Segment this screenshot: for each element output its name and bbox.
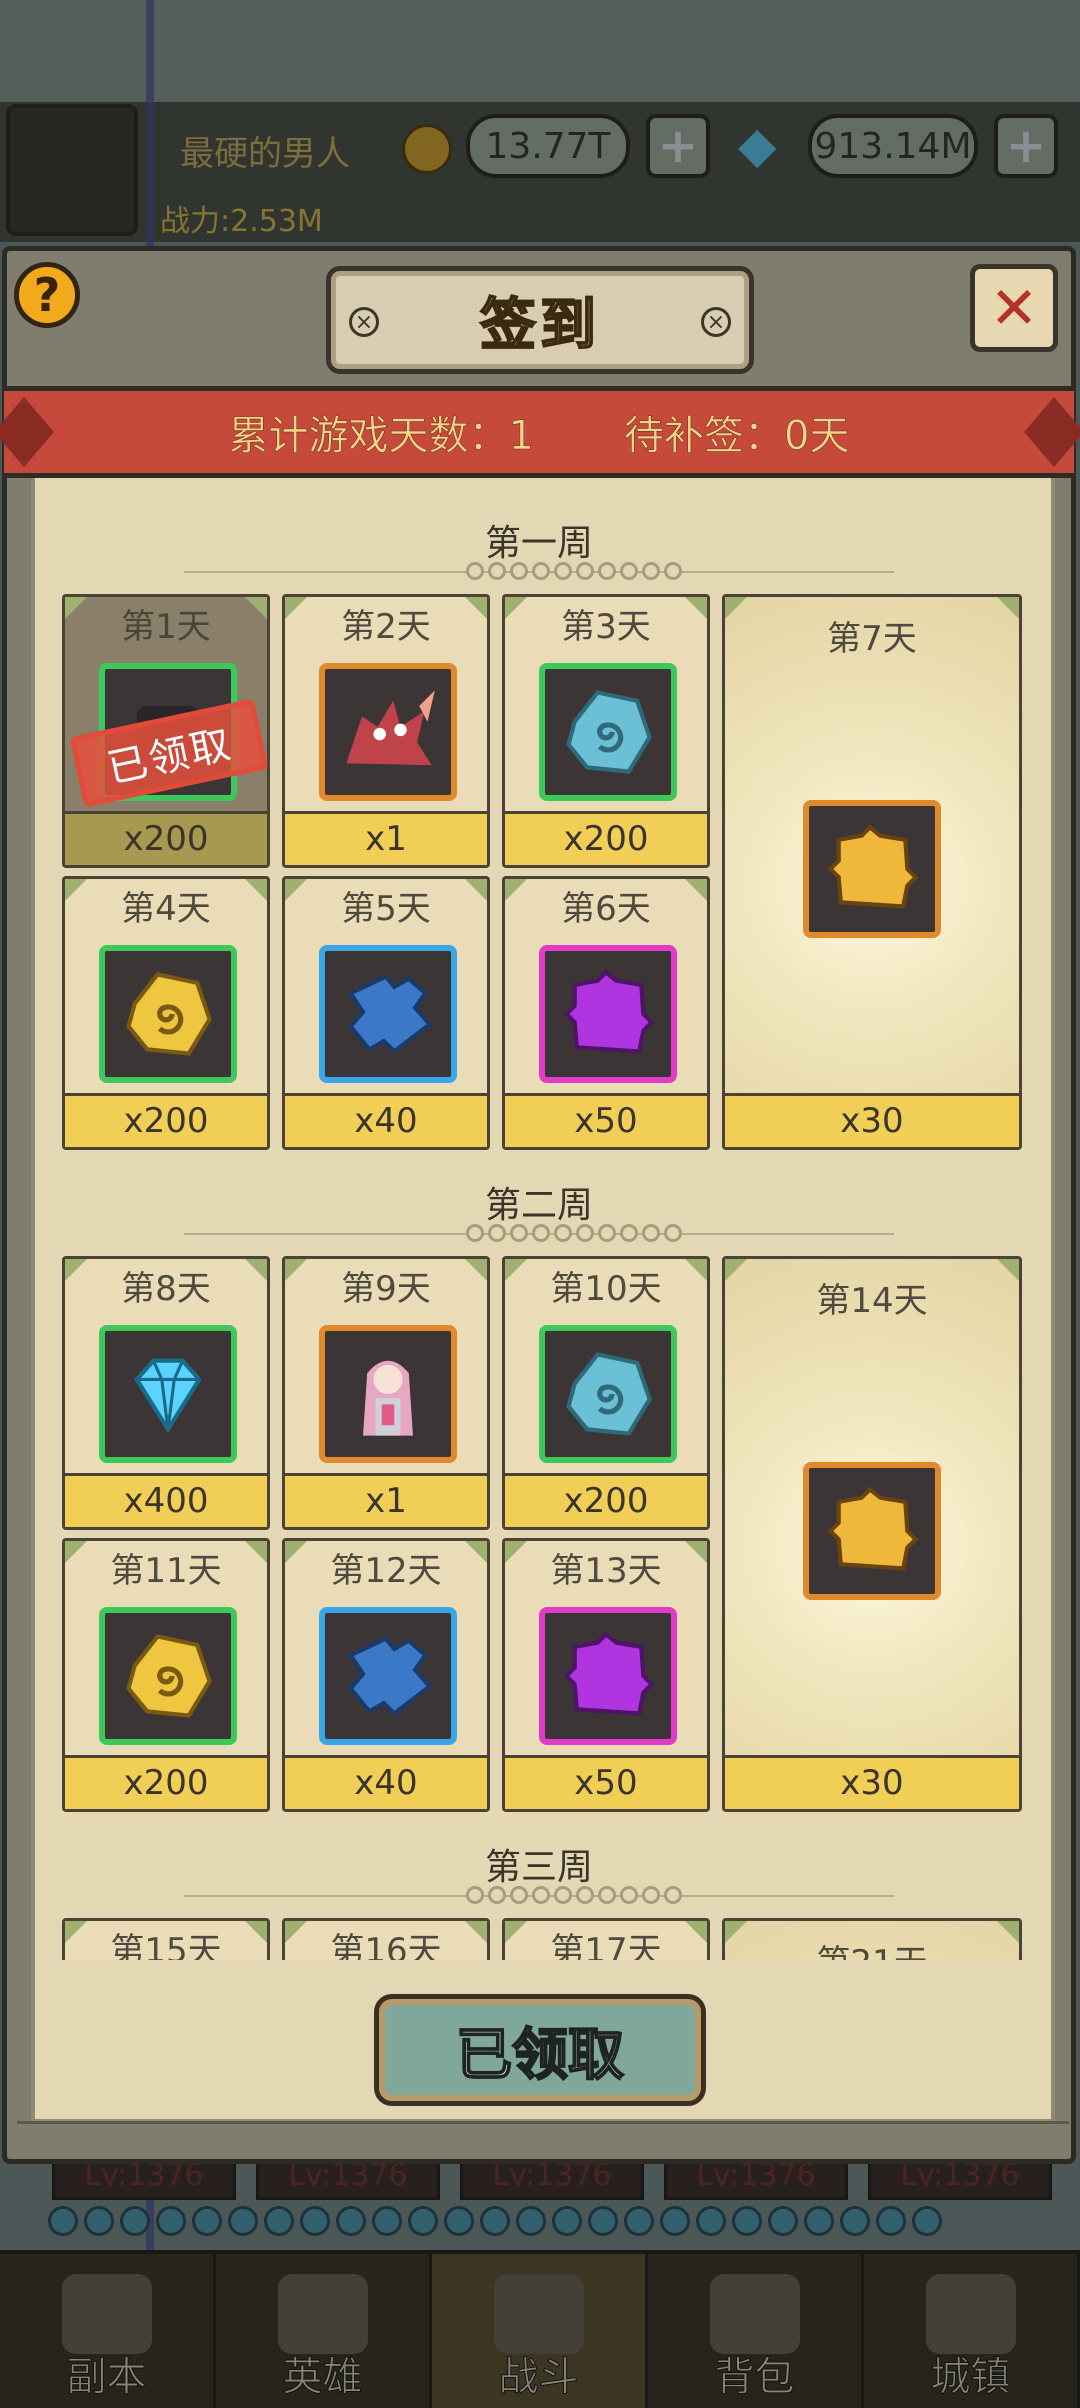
day-reward-card[interactable]: 第3天 x200: [502, 594, 710, 868]
week-title: 第二周: [484, 1185, 593, 1226]
week-divider-ornament: [184, 1224, 894, 1244]
day-reward-card[interactable]: 第7天 x30: [722, 594, 1022, 1150]
day-label: 第17天: [550, 1931, 662, 1960]
gold-puzzle-shard-icon: [803, 1462, 941, 1600]
blue-puzzle-shard-icon: [319, 945, 457, 1083]
blue-puzzle-shard-icon: [319, 1607, 457, 1745]
day-reward-card[interactable]: 第12天 x40: [282, 1538, 490, 1812]
gold-puzzle-shard-icon: [803, 800, 941, 938]
day-reward-card[interactable]: 第2天 x1: [282, 594, 490, 868]
day-label: 第7天: [827, 619, 917, 659]
week-divider-ornament: [184, 1886, 894, 1906]
bolt-icon: ×: [349, 307, 379, 337]
title-plate: × 签到 ×: [326, 266, 754, 374]
day-label: 第5天: [341, 889, 431, 929]
day-label: 第15天: [110, 1931, 222, 1960]
day-reward-card[interactable]: 第10天 x200: [502, 1256, 710, 1530]
reward-quantity: x40: [285, 1755, 487, 1809]
reward-quantity: x200: [65, 811, 267, 865]
day-label: 第8天: [121, 1269, 211, 1309]
reward-quantity: x1: [285, 1473, 487, 1527]
reward-calendar[interactable]: 第一周 第1天 x200 已领取 第2天 x1 第3天 x200 第4天 x200 第5天 x40 第6…: [34, 484, 1044, 1960]
day-label: 第21天: [725, 1935, 1019, 1960]
day-label: 第2天: [341, 607, 431, 647]
pending-makeup-count: 待补签：0天: [624, 413, 850, 460]
day-label: 第10天: [550, 1269, 662, 1309]
day-reward-card[interactable]: 第21天: [722, 1918, 1022, 1960]
pink-hair-hero-icon: [319, 1325, 457, 1463]
day-reward-card[interactable]: 第13天 x50: [502, 1538, 710, 1812]
day-label: 第16天: [330, 1931, 442, 1960]
day-label: 第11天: [110, 1551, 222, 1591]
day-reward-card[interactable]: 第1天 x200 已领取: [62, 594, 270, 868]
reward-quantity: x200: [505, 811, 707, 865]
day-label: 第1天: [121, 607, 211, 647]
panel-footer-frame: [17, 2121, 1069, 2145]
help-button[interactable]: ?: [14, 262, 80, 328]
day-reward-card[interactable]: 第4天 x200: [62, 876, 270, 1150]
day-label: 第6天: [561, 889, 651, 929]
week-divider-ornament: [184, 562, 894, 582]
reward-quantity: x200: [65, 1755, 267, 1809]
diamond-icon: [99, 1325, 237, 1463]
reward-quantity: x50: [505, 1755, 707, 1809]
week-title: 第三周: [484, 1847, 593, 1888]
modal-title: 签到: [479, 292, 600, 359]
close-icon: ✕: [989, 274, 1039, 342]
day-label: 第9天: [341, 1269, 431, 1309]
gold-spiral-ore-icon: [99, 945, 237, 1083]
day-reward-card[interactable]: 第16天: [282, 1918, 490, 1960]
close-button[interactable]: ✕: [970, 264, 1058, 352]
week-title: 第一周: [484, 523, 593, 564]
day-reward-card[interactable]: 第6天 x50: [502, 876, 710, 1150]
red-wolf-hero-icon: [319, 663, 457, 801]
day-label: 第14天: [816, 1281, 928, 1321]
purple-puzzle-shard-icon: [539, 945, 677, 1083]
day-reward-card[interactable]: 第14天 x30: [722, 1256, 1022, 1812]
cyan-spiral-ore-icon: [539, 663, 677, 801]
day-reward-card[interactable]: 第17天: [502, 1918, 710, 1960]
signin-stats-banner: 累计游戏天数：1 待补签：0天: [4, 386, 1074, 478]
cyan-spiral-ore-icon: [539, 1325, 677, 1463]
day-reward-card[interactable]: 第8天 x400: [62, 1256, 270, 1530]
reward-quantity: x200: [505, 1473, 707, 1527]
claim-button-label: 已领取: [455, 2022, 625, 2089]
reward-quantity: x1: [285, 811, 487, 865]
day-label: 第4天: [121, 889, 211, 929]
day-reward-card[interactable]: 第9天 x1: [282, 1256, 490, 1530]
day-reward-card[interactable]: 第5天 x40: [282, 876, 490, 1150]
day-label: 第3天: [561, 607, 651, 647]
cumulative-days: 累计游戏天数：1: [228, 413, 534, 460]
day-label: 第13天: [550, 1551, 662, 1591]
reward-quantity: x30: [725, 1093, 1019, 1147]
day-label: 第12天: [330, 1551, 442, 1591]
claim-button[interactable]: 已领取: [374, 1994, 706, 2106]
day-reward-card[interactable]: 第15天: [62, 1918, 270, 1960]
reward-quantity: x30: [725, 1755, 1019, 1809]
reward-quantity: x40: [285, 1093, 487, 1147]
bolt-icon: ×: [701, 307, 731, 337]
gold-spiral-ore-icon: [99, 1607, 237, 1745]
reward-quantity: x50: [505, 1093, 707, 1147]
reward-quantity: x200: [65, 1093, 267, 1147]
day-reward-card[interactable]: 第11天 x200: [62, 1538, 270, 1812]
purple-puzzle-shard-icon: [539, 1607, 677, 1745]
reward-quantity: x400: [65, 1473, 267, 1527]
